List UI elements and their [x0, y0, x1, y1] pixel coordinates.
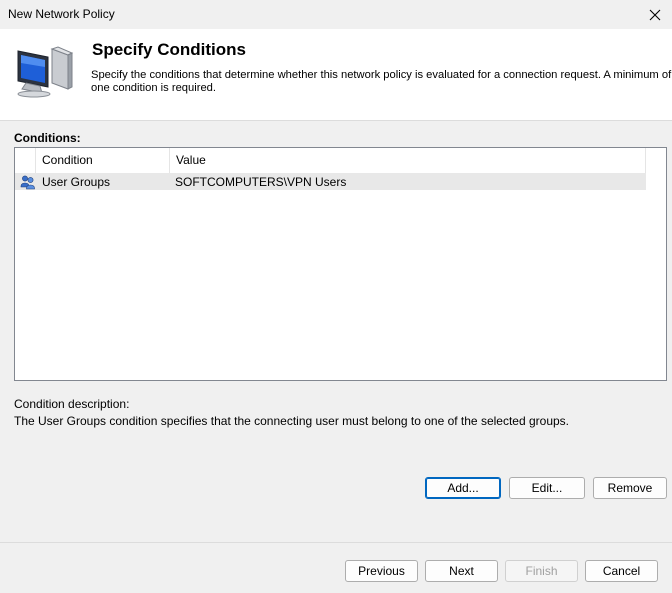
monitor-icon: [12, 43, 74, 99]
conditions-list[interactable]: Condition Value User Groups SOFTCOMPUTER…: [14, 147, 667, 381]
title-bar: New Network Policy: [0, 0, 672, 29]
finish-button: Finish: [505, 560, 578, 582]
page-description: Specify the conditions that determine wh…: [91, 69, 672, 94]
conditions-label: Conditions:: [14, 131, 81, 145]
add-button[interactable]: Add...: [425, 477, 501, 499]
condition-cell: User Groups: [42, 175, 111, 189]
page-title: Specify Conditions: [92, 40, 246, 59]
column-header-value[interactable]: Value: [170, 148, 646, 173]
value-cell: SOFTCOMPUTERS\VPN Users: [175, 175, 347, 189]
wizard-header: Specify Conditions Specify the condition…: [0, 29, 672, 121]
icon-column-header: [15, 148, 36, 173]
list-header: Condition Value: [15, 148, 666, 173]
previous-button[interactable]: Previous: [345, 560, 418, 582]
footer-divider: [0, 542, 672, 543]
close-icon[interactable]: [638, 0, 672, 29]
edit-button[interactable]: Edit...: [509, 477, 585, 499]
condition-description-text: The User Groups condition specifies that…: [14, 414, 569, 428]
next-button[interactable]: Next: [425, 560, 498, 582]
condition-description-label: Condition description:: [14, 397, 130, 411]
cancel-button[interactable]: Cancel: [585, 560, 658, 582]
window-title: New Network Policy: [8, 7, 115, 21]
column-header-condition[interactable]: Condition: [36, 148, 170, 173]
user-group-icon: [20, 174, 36, 190]
remove-button[interactable]: Remove: [593, 477, 667, 499]
list-item[interactable]: User Groups SOFTCOMPUTERS\VPN Users: [15, 173, 646, 190]
